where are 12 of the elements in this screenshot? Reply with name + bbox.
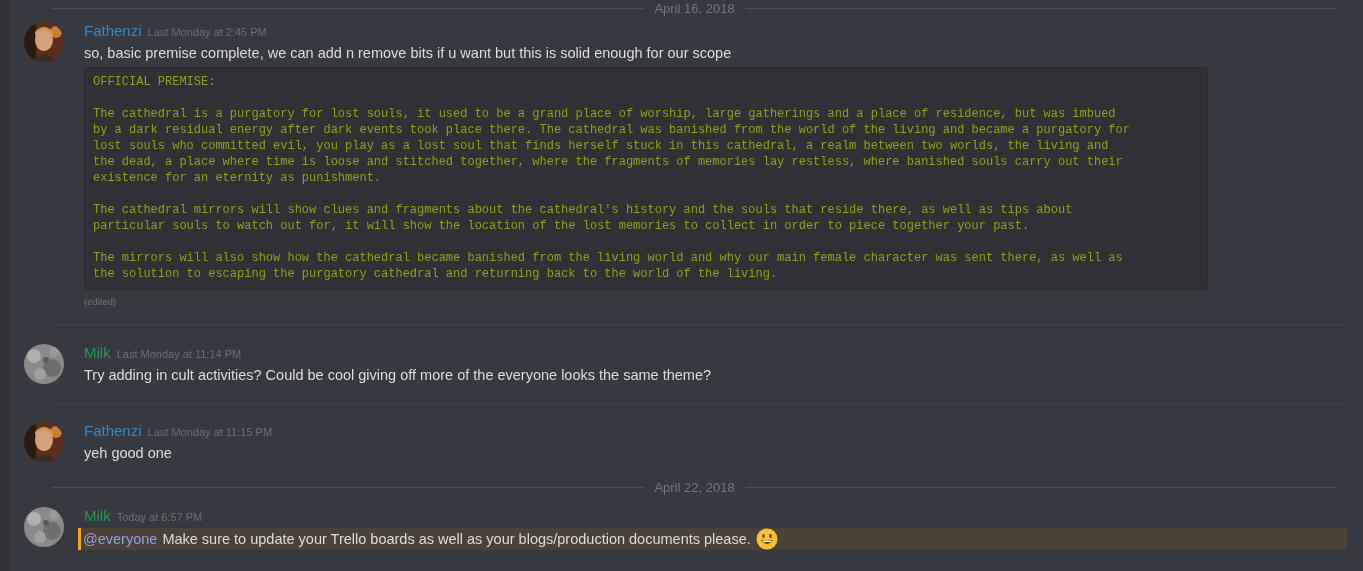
code-block: OFFICIAL PREMISE: The cathedral is a purgatory for lost souls, it used to be a grand place of worship, large gatherings and a place of residence, but was imbued by a dark residual energy after dark events took place there. The cathedral was banished from the world of the living and became a purgatory for lost souls who committed evil, you play as a lost soul that finds herself stuck in this cathedral, a realm between two worlds, the living and the dead, a place where time is loose and stitched together, where the fragments of memories lay restless, where banished souls carry out their existence for an eternity as punishment. The cathedral mirrors will show clues and fragments about the cathedral's history and the souls that reside there, as well as tips about particular souls to watch out for, it will show the location of the lost memories to collect in order to piece together your past. The mirrors will also show how the cathedral became banished from the living world and why our main female character was sent there, as well as the solution to escaping the purgatory cathedral and returning back to the world of the living.	[84, 67, 1208, 290]
date-divider: April 22, 2018	[653, 479, 736, 495]
message-text: yeh good one	[84, 444, 173, 463]
username[interactable]: Fathenzi	[84, 22, 142, 39]
username[interactable]: Fathenzi	[84, 422, 142, 439]
username[interactable]: Milk	[84, 344, 111, 361]
username[interactable]: Milk	[84, 507, 111, 524]
message-text: Try adding in cult activities? Could be cool giving off more of the everyone looks the same theme?	[84, 366, 713, 385]
message-text: so, basic premise complete, we can add n remove bits if u want but this is solid enough for our scope	[84, 44, 733, 63]
mention-link[interactable]: @everyone	[83, 531, 158, 547]
date-divider: April 16, 2018	[653, 0, 736, 16]
message-text: Make sure to update your Trello boards as well as your blogs/production documents please.	[162, 530, 751, 549]
